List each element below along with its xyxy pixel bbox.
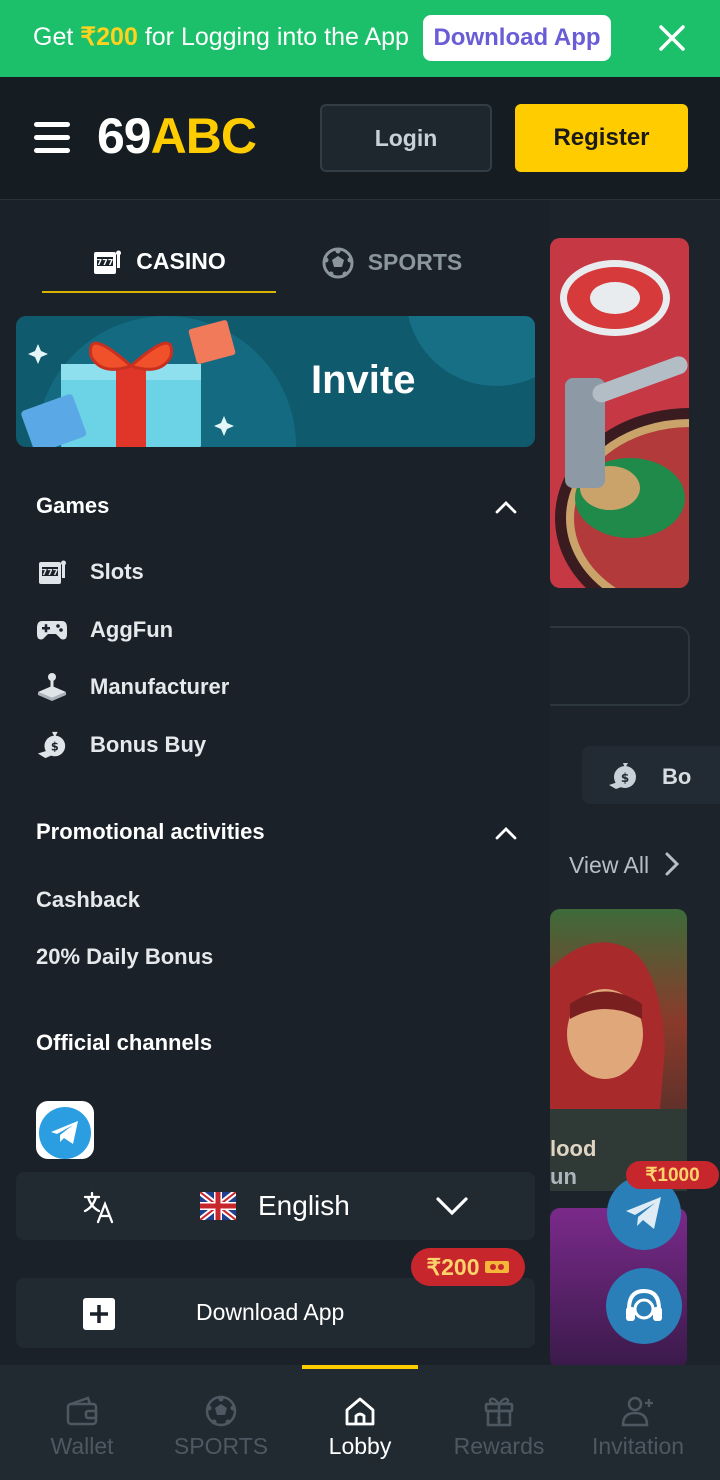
chevron-down-icon[interactable]: [435, 1196, 469, 1216]
wallet-icon: [66, 1393, 98, 1429]
menu-item-bonus-buy[interactable]: $ Bonus Buy: [36, 725, 206, 765]
nav-label: Lobby: [328, 1433, 392, 1459]
tab-sports-label: SPORTS: [367, 249, 463, 275]
menu-item-manufacturer[interactable]: Manufacturer: [36, 667, 229, 707]
menu-item-slots[interactable]: 777 Slots: [36, 552, 144, 592]
promotions-section-title[interactable]: Promotional activities: [36, 819, 265, 845]
chevron-up-icon[interactable]: [494, 825, 518, 841]
telegram-bonus-badge: ₹1000: [626, 1161, 719, 1189]
chevron-up-icon[interactable]: [494, 499, 518, 515]
translate-icon: [83, 1191, 114, 1224]
chevron-right-icon: [665, 852, 679, 876]
search-box[interactable]: [550, 626, 690, 706]
promo-text-prefix: Get: [33, 23, 81, 51]
logo-letters: ABC: [150, 108, 257, 164]
tab-casino[interactable]: 777 CASINO: [42, 232, 276, 293]
download-app-button[interactable]: Download App: [16, 1278, 535, 1348]
login-button[interactable]: Login: [320, 104, 492, 172]
invite-banner[interactable]: Invite: [16, 316, 535, 447]
promo-text: Get ₹200 for Logging into the App: [33, 22, 409, 52]
nav-wallet[interactable]: Wallet: [12, 1365, 152, 1480]
close-icon[interactable]: [652, 18, 692, 58]
nav-invitation[interactable]: Invitation: [568, 1365, 708, 1480]
menu-item-label: Slots: [90, 559, 144, 584]
nav-sports[interactable]: SPORTS: [151, 1365, 291, 1480]
svg-text:$: $: [51, 741, 59, 754]
home-icon: [344, 1393, 376, 1429]
top-header: 69ABC Login Register: [0, 77, 720, 200]
games-section-title[interactable]: Games: [36, 493, 109, 519]
register-button[interactable]: Register: [515, 104, 688, 172]
menu-item-label: Bonus Buy: [90, 732, 207, 757]
download-bonus-badge: ₹200: [411, 1248, 525, 1286]
promo-text-suffix: for Logging into the App: [137, 23, 409, 51]
download-app-label: Download App: [196, 1299, 345, 1325]
slot-machine-icon: 777: [94, 250, 122, 274]
language-selector[interactable]: English: [16, 1172, 535, 1240]
uk-flag-icon: [200, 1192, 236, 1220]
money-bag-icon: $: [609, 763, 636, 789]
current-language: English: [258, 1190, 350, 1221]
gamepad-icon: [36, 614, 68, 646]
svg-text:$: $: [621, 771, 629, 785]
add-user-icon: [621, 1393, 655, 1429]
tab-casino-label: CASINO: [136, 248, 226, 274]
side-drawer: 777 CASINO SPORTS Invite Games 777 Slots…: [0, 200, 550, 1365]
support-float-button[interactable]: [606, 1268, 682, 1344]
joystick-icon: [36, 671, 68, 703]
promo-banner: Get ₹200 for Logging into the App Downlo…: [0, 0, 720, 77]
nav-label: Invitation: [591, 1433, 685, 1459]
category-chip-label: Bo: [662, 764, 692, 789]
nav-rewards[interactable]: $ Rewards: [429, 1365, 569, 1480]
plus-icon: [83, 1298, 115, 1330]
bottom-nav: Wallet SPORTS Lobby $ Rewards Invitation: [0, 1365, 720, 1480]
channels-section-title: Official channels: [36, 1030, 213, 1055]
nav-label: Wallet: [50, 1433, 114, 1459]
menu-item-label: Manufacturer: [90, 674, 230, 699]
telegram-channel-button[interactable]: [36, 1101, 94, 1159]
soccer-ball-icon: [205, 1393, 237, 1429]
tab-sports[interactable]: SPORTS: [300, 232, 484, 293]
promo-amount: ₹200: [80, 23, 138, 51]
invite-label: Invite: [311, 358, 416, 402]
nav-label: SPORTS: [173, 1433, 269, 1459]
money-bag-icon: $: [36, 729, 68, 761]
headset-icon: [626, 1288, 662, 1321]
svg-text:$: $: [496, 1415, 502, 1425]
nav-lobby[interactable]: Lobby: [290, 1365, 430, 1480]
game-title-line-1: lood: [550, 1136, 597, 1161]
menu-item-aggfun[interactable]: AggFun: [36, 610, 173, 650]
menu-item-cashback[interactable]: Cashback: [36, 887, 140, 913]
svg-text:777: 777: [97, 258, 114, 267]
nav-label: Rewards: [453, 1433, 545, 1459]
menu-item-label: AggFun: [90, 617, 174, 642]
slot-machine-icon: 777: [36, 556, 68, 588]
download-bonus-amount: ₹200: [426, 1253, 480, 1280]
invite-gift-illustration: [21, 316, 535, 447]
game-title-line-2: un: [550, 1164, 577, 1189]
view-all-label: View All: [569, 852, 650, 878]
telegram-icon: [39, 1107, 91, 1159]
logo[interactable]: 69ABC: [97, 107, 257, 165]
logo-number: 69: [97, 108, 152, 164]
roulette-illustration: [555, 260, 689, 588]
telegram-icon: [626, 1197, 661, 1229]
ticket-icon: [484, 1261, 509, 1273]
menu-icon[interactable]: [34, 122, 70, 154]
svg-text:777: 777: [42, 568, 59, 577]
menu-item-daily-bonus[interactable]: 20% Daily Bonus: [36, 944, 213, 970]
promo-download-button[interactable]: Download App: [423, 15, 611, 61]
roulette-banner[interactable]: [550, 238, 689, 588]
soccer-ball-icon: [322, 247, 354, 278]
gift-icon: $: [483, 1393, 515, 1429]
view-all-link[interactable]: View All: [569, 851, 682, 879]
category-chip[interactable]: [582, 746, 720, 804]
game-title: lood un: [550, 1135, 596, 1191]
